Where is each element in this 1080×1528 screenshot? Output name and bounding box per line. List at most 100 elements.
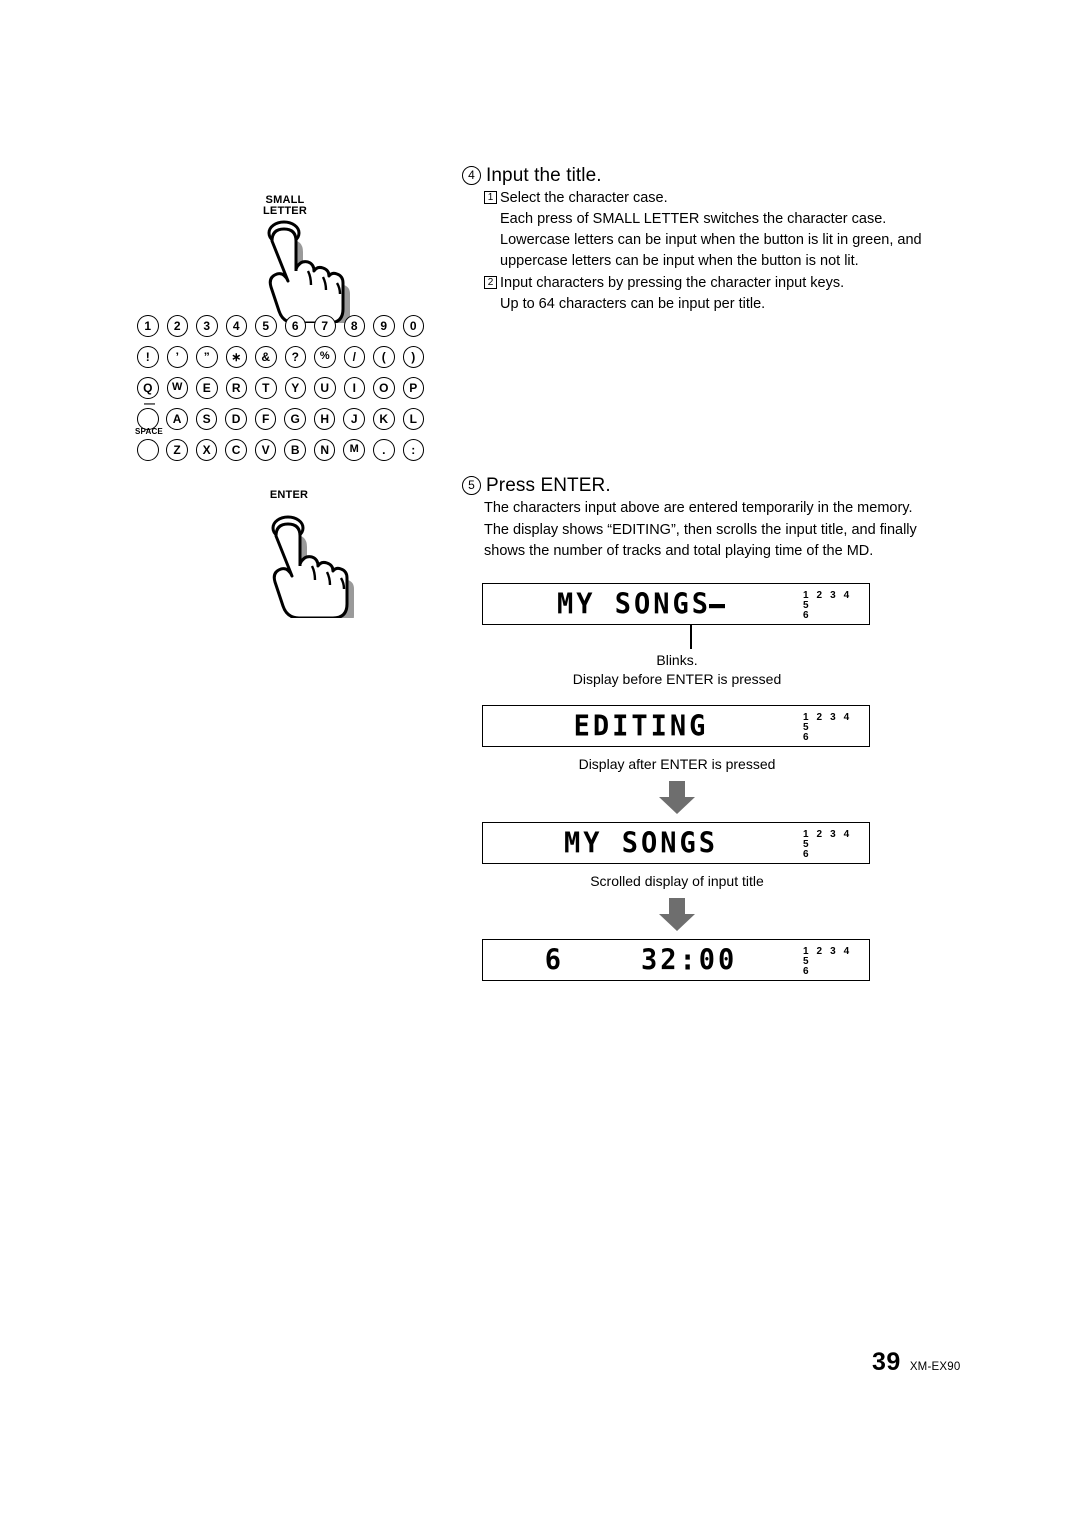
lcd-display-scrolled-title: MY SONGS 1 2 3 4 5 6 bbox=[482, 822, 870, 864]
key-paren-close[interactable]: ) bbox=[402, 345, 424, 368]
lcd-display-track-time: 6 32:00 1 2 3 4 5 6 bbox=[482, 939, 870, 981]
key-t[interactable]: T bbox=[255, 376, 277, 399]
key-period[interactable]: . bbox=[373, 438, 395, 461]
step-4-heading: 4 Input the title. bbox=[462, 165, 932, 187]
step-5-heading: 5 Press ENTER. bbox=[462, 475, 932, 497]
key-b[interactable]: B bbox=[284, 438, 306, 461]
key-u[interactable]: U bbox=[314, 376, 336, 399]
substep-1-paragraph-1: Each press of SMALL LETTER switches the … bbox=[500, 211, 887, 227]
step-5-body: The characters input above are entered t… bbox=[484, 500, 917, 559]
remote-keypad-illustration: SMALL LETTER 1 2 3 4 5 6 7 8 9 0 ! ’ ” ∗… bbox=[0, 185, 440, 618]
pointing-hand-icon bbox=[267, 220, 350, 323]
substep-2-marker: 2 bbox=[484, 276, 497, 289]
key-paren-open[interactable]: ( bbox=[373, 345, 395, 368]
key-o[interactable]: O bbox=[373, 376, 395, 399]
lcd-cursor bbox=[709, 604, 726, 609]
key-f[interactable]: F bbox=[254, 407, 277, 430]
key-percent[interactable]: % bbox=[314, 345, 336, 368]
key-apostrophe[interactable]: ’ bbox=[166, 345, 188, 368]
key-quote[interactable]: ” bbox=[196, 345, 218, 368]
lcd-text-before-enter: MY SONGS bbox=[483, 583, 799, 625]
key-slash[interactable]: / bbox=[343, 345, 365, 368]
key-r[interactable]: R bbox=[225, 376, 247, 399]
key-j[interactable]: J bbox=[343, 407, 365, 430]
caption-blinks: Blinks. bbox=[656, 652, 698, 668]
key-ampersand[interactable]: & bbox=[255, 345, 277, 368]
key-s[interactable]: S bbox=[195, 407, 218, 430]
key-i[interactable]: I bbox=[343, 376, 365, 399]
key-l[interactable]: L bbox=[402, 407, 425, 430]
key-k[interactable]: K bbox=[373, 407, 395, 430]
substep-2-text: Input characters by pressing the charact… bbox=[500, 275, 845, 291]
lcd-text-track-time: 6 32:00 bbox=[544, 943, 738, 977]
key-w[interactable]: W bbox=[166, 376, 188, 399]
track-indicator-row-1: 1 2 3 4 5 bbox=[803, 946, 852, 967]
step-5-block: 5 Press ENTER. The characters input abov… bbox=[462, 475, 932, 563]
key-exclamation[interactable]: ! bbox=[137, 345, 159, 368]
key-8[interactable]: 8 bbox=[343, 314, 365, 337]
key-c[interactable]: C bbox=[225, 438, 247, 461]
key-n[interactable]: N bbox=[313, 438, 336, 461]
key-7[interactable]: 7 bbox=[314, 314, 336, 337]
keypad-row-qwertyuiop: Q W E R T Y U I O P bbox=[137, 372, 432, 403]
step-4-block: 4 Input the title. 1 Select the characte… bbox=[462, 165, 932, 315]
key-0[interactable]: 0 bbox=[402, 314, 424, 337]
key-q[interactable]: Q bbox=[137, 376, 159, 399]
track-indicator-row-1: 1 2 3 4 5 bbox=[803, 590, 852, 611]
lcd-text-editing: EDITING bbox=[573, 709, 709, 743]
key-h[interactable]: H bbox=[313, 407, 336, 430]
key-a[interactable]: A bbox=[166, 407, 188, 430]
key-question[interactable]: ? bbox=[284, 345, 306, 368]
key-d[interactable]: D bbox=[225, 407, 247, 430]
caption-scrolled-title: Scrolled display of input title bbox=[590, 873, 764, 889]
page-footer: 39 XM-EX90 bbox=[872, 1348, 960, 1377]
keypad-row-asdfghjkl: — A S D F G H J K L bbox=[137, 398, 432, 434]
leader-tick bbox=[690, 625, 692, 649]
track-indicator-track-time: 1 2 3 4 5 6 bbox=[803, 947, 859, 977]
step-4-substep-1: 1 Select the character case. bbox=[462, 188, 932, 209]
track-indicator-editing: 1 2 3 4 5 6 bbox=[803, 713, 859, 743]
keypad-row-numbers: 1 2 3 4 5 6 7 8 9 0 bbox=[137, 310, 432, 341]
key-g[interactable]: G bbox=[284, 407, 306, 430]
substep-1-paragraph-2: Lowercase letters can be input when the … bbox=[500, 232, 922, 269]
track-indicator-row-2: 6 bbox=[803, 849, 809, 860]
step-4-substep-2: 2 Input characters by pressing the chara… bbox=[462, 273, 932, 294]
track-indicator-before-enter: 1 2 3 4 5 6 bbox=[803, 591, 859, 621]
key-4[interactable]: 4 bbox=[225, 314, 247, 337]
key-y[interactable]: Y bbox=[284, 376, 306, 399]
key-3[interactable]: 3 bbox=[196, 314, 218, 337]
flow-arrow-2 bbox=[482, 898, 872, 932]
key-x[interactable]: X bbox=[195, 438, 218, 461]
key-6[interactable]: 6 bbox=[284, 314, 306, 337]
key-colon[interactable]: : bbox=[402, 438, 425, 461]
key-space-slot: SPACE bbox=[135, 427, 166, 461]
key-5[interactable]: 5 bbox=[255, 314, 277, 337]
key-1[interactable]: 1 bbox=[137, 314, 159, 337]
lcd-display-editing: EDITING 1 2 3 4 5 6 bbox=[482, 705, 870, 747]
pointing-hand-icon bbox=[271, 515, 354, 618]
lcd-text-scrolled-title: MY SONGS bbox=[563, 826, 719, 860]
substep-1-text: Select the character case. bbox=[500, 190, 668, 206]
step-4-title: Input the title. bbox=[486, 165, 602, 186]
key-e[interactable]: E bbox=[196, 376, 218, 399]
flow-arrow-1 bbox=[482, 781, 872, 815]
enter-button-illustration[interactable]: ENTER bbox=[246, 490, 366, 620]
arrow-down-icon bbox=[659, 781, 695, 814]
key-space[interactable] bbox=[137, 438, 159, 461]
model-name: XM-EX90 bbox=[909, 1361, 961, 1373]
key-v[interactable]: V bbox=[254, 438, 277, 461]
key-9[interactable]: 9 bbox=[373, 314, 395, 337]
track-indicator-row-1: 1 2 3 4 5 bbox=[803, 829, 852, 850]
key-m[interactable]: M bbox=[343, 438, 365, 461]
arrow-down-icon bbox=[659, 898, 695, 931]
small-letter-button-illustration[interactable]: SMALL LETTER bbox=[242, 195, 362, 325]
step-4-marker: 4 bbox=[462, 165, 481, 185]
key-p[interactable]: P bbox=[402, 376, 424, 399]
substep-1-marker: 1 bbox=[484, 191, 497, 204]
keypad-row-zxcvbnm: SPACE Z X C V B N M . : bbox=[135, 427, 432, 465]
key-2[interactable]: 2 bbox=[166, 314, 188, 337]
key-z[interactable]: Z bbox=[166, 438, 188, 461]
key-asterisk[interactable]: ∗ bbox=[225, 345, 247, 368]
substep-2-paragraph-1: Up to 64 characters can be input per tit… bbox=[500, 296, 766, 312]
track-indicator-row-1: 1 2 3 4 5 bbox=[803, 712, 852, 733]
